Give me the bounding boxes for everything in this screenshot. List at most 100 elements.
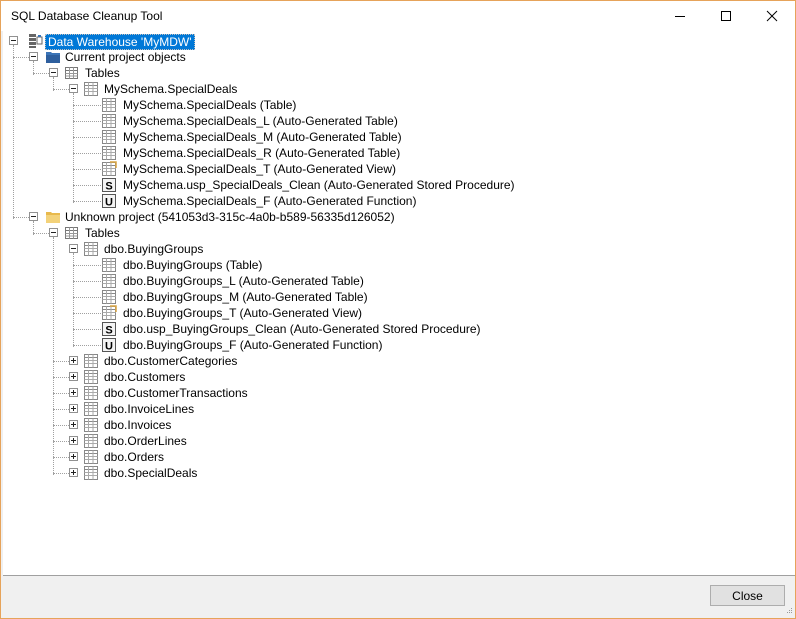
tree-node-label: MySchema.SpecialDeals_L (Auto-Generated … bbox=[123, 114, 398, 128]
window-close-button[interactable] bbox=[749, 1, 795, 31]
tree-node-tables[interactable]: Tables bbox=[3, 225, 403, 241]
tree-node-label: dbo.BuyingGroups (Table) bbox=[123, 258, 263, 272]
table-icon bbox=[102, 98, 116, 112]
collapse-toggle[interactable] bbox=[49, 228, 58, 237]
tree-node-object[interactable]: dbo.BuyingGroups (Table) bbox=[3, 257, 603, 273]
expand-toggle[interactable] bbox=[69, 404, 78, 413]
table-icon bbox=[84, 386, 98, 400]
svg-text:U: U bbox=[105, 197, 113, 209]
tree-node-label: MySchema.usp_SpecialDeals_Clean (Auto-Ge… bbox=[123, 178, 515, 192]
expand-toggle[interactable] bbox=[69, 468, 78, 477]
tree-node-label: dbo.BuyingGroups_L (Auto-Generated Table… bbox=[123, 274, 364, 288]
collapse-toggle[interactable] bbox=[69, 244, 78, 253]
collapse-toggle[interactable] bbox=[29, 212, 38, 221]
tree-node-table[interactable]: dbo.Invoices bbox=[3, 417, 403, 433]
tree-node-table[interactable]: dbo.Customers bbox=[3, 369, 403, 385]
tree-node-table[interactable]: dbo.Orders bbox=[3, 449, 403, 465]
expand-toggle[interactable] bbox=[69, 452, 78, 461]
minimize-button[interactable] bbox=[657, 1, 703, 31]
svg-text:S: S bbox=[105, 181, 112, 193]
tree-node-object[interactable]: MySchema.SpecialDeals_T (Auto-Generated … bbox=[3, 161, 603, 177]
table-icon bbox=[84, 418, 98, 432]
expand-toggle[interactable] bbox=[69, 372, 78, 381]
folder-icon bbox=[46, 52, 60, 63]
tree-node-table[interactable]: dbo.SpecialDeals bbox=[3, 465, 403, 481]
tree-node-label: Data Warehouse 'MyMDW' bbox=[45, 34, 195, 50]
tree-node-table-group[interactable]: MySchema.SpecialDeals bbox=[3, 81, 403, 97]
minimize-icon bbox=[675, 16, 685, 17]
table-icon bbox=[102, 130, 116, 144]
tree-node-table-group[interactable]: dbo.BuyingGroups bbox=[3, 241, 403, 257]
tables-folder-icon bbox=[65, 67, 78, 79]
collapse-toggle[interactable] bbox=[69, 84, 78, 93]
tree-node-label: dbo.Invoices bbox=[104, 418, 172, 432]
tree-node-label: Tables bbox=[85, 226, 120, 240]
tree-node-label: dbo.Customers bbox=[104, 370, 186, 384]
tree-node-object[interactable]: Sdbo.usp_BuyingGroups_Clean (Auto-Genera… bbox=[3, 321, 603, 337]
table-icon bbox=[102, 146, 116, 160]
tree-node-unknown-project[interactable]: Unknown project (541053d3-315c-4a0b-b589… bbox=[3, 209, 603, 225]
tree-node-object[interactable]: S MySchema.usp_SpecialDeals_Clean (Auto-G… bbox=[3, 177, 603, 193]
tree-node-object[interactable]: U MySchema.SpecialDeals_F (Auto-Generated… bbox=[3, 193, 603, 209]
tree-node-object[interactable]: MySchema.SpecialDeals_L (Auto-Generated … bbox=[3, 113, 603, 129]
view-icon bbox=[102, 305, 117, 320]
tree-node-root[interactable]: Data Warehouse 'MyMDW' bbox=[3, 33, 403, 50]
tree-node-tables[interactable]: Tables bbox=[3, 65, 403, 81]
tree-node-label: dbo.BuyingGroups_F (Auto-Generated Funct… bbox=[123, 338, 383, 352]
table-icon bbox=[84, 354, 98, 368]
collapse-toggle[interactable] bbox=[9, 36, 18, 45]
table-icon bbox=[84, 434, 98, 448]
expand-toggle[interactable] bbox=[69, 436, 78, 445]
data-warehouse-icon bbox=[29, 34, 43, 48]
expand-toggle[interactable] bbox=[69, 420, 78, 429]
tree-node-table[interactable]: dbo.OrderLines bbox=[3, 433, 403, 449]
tree-node-object[interactable]: Udbo.BuyingGroups_F (Auto-Generated Func… bbox=[3, 337, 603, 353]
tree-node-label: dbo.OrderLines bbox=[104, 434, 187, 448]
close-icon bbox=[766, 10, 778, 22]
collapse-toggle[interactable] bbox=[49, 68, 58, 77]
resize-grip-icon[interactable] bbox=[783, 606, 793, 616]
tree-node-label: MySchema.SpecialDeals bbox=[104, 82, 238, 96]
close-button[interactable]: Close bbox=[710, 585, 785, 606]
tree-node-label: dbo.InvoiceLines bbox=[104, 402, 195, 416]
stored-procedure-icon: S bbox=[102, 178, 116, 193]
tree-node-label: dbo.usp_BuyingGroups_Clean (Auto-Generat… bbox=[123, 322, 481, 336]
maximize-button[interactable] bbox=[703, 1, 749, 31]
tree-node-label: dbo.BuyingGroups bbox=[104, 242, 204, 256]
collapse-toggle[interactable] bbox=[29, 52, 38, 61]
tree-node-object[interactable]: dbo.BuyingGroups_M (Auto-Generated Table… bbox=[3, 289, 603, 305]
expand-toggle[interactable] bbox=[69, 388, 78, 397]
tree-node-object[interactable]: MySchema.SpecialDeals_R (Auto-Generated … bbox=[3, 145, 603, 161]
table-icon bbox=[102, 274, 116, 288]
tree-node-label: dbo.CustomerCategories bbox=[104, 354, 238, 368]
title-bar[interactable]: SQL Database Cleanup Tool bbox=[1, 1, 795, 31]
tree-node-object[interactable]: MySchema.SpecialDeals (Table) bbox=[3, 97, 603, 113]
dialog-footer bbox=[1, 577, 795, 618]
table-icon bbox=[102, 290, 116, 304]
object-tree[interactable]: Data Warehouse 'MyMDW' Current project o… bbox=[3, 31, 795, 576]
expand-toggle[interactable] bbox=[69, 356, 78, 365]
tree-node-label: Current project objects bbox=[65, 50, 186, 64]
table-icon bbox=[84, 82, 98, 96]
tables-folder-icon bbox=[65, 227, 78, 239]
tree-node-object[interactable]: dbo.BuyingGroups_T (Auto-Generated View) bbox=[3, 305, 603, 321]
table-icon bbox=[84, 466, 98, 480]
tree-node-current-project[interactable]: Current project objects bbox=[3, 49, 403, 65]
table-icon bbox=[102, 258, 116, 272]
cleanup-window: SQL Database Cleanup Tool Data Warehouse… bbox=[0, 0, 796, 619]
tree-node-label: MySchema.SpecialDeals_R (Auto-Generated … bbox=[123, 146, 401, 160]
tree-node-table[interactable]: dbo.InvoiceLines bbox=[3, 401, 403, 417]
svg-text:S: S bbox=[105, 325, 112, 337]
function-icon: U bbox=[102, 338, 116, 353]
tree-node-label: MySchema.SpecialDeals_F (Auto-Generated … bbox=[123, 194, 417, 208]
tree-node-table[interactable]: dbo.CustomerCategories bbox=[3, 353, 403, 369]
tree-node-table[interactable]: dbo.CustomerTransactions bbox=[3, 385, 403, 401]
tree-node-label: dbo.BuyingGroups_T (Auto-Generated View) bbox=[123, 306, 363, 320]
table-icon bbox=[84, 242, 98, 256]
tree-node-label: Tables bbox=[85, 66, 120, 80]
tree-node-label: dbo.Orders bbox=[104, 450, 165, 464]
view-icon bbox=[102, 161, 117, 176]
tree-node-label: MySchema.SpecialDeals_T (Auto-Generated … bbox=[123, 162, 397, 176]
tree-node-object[interactable]: MySchema.SpecialDeals_M (Auto-Generated … bbox=[3, 129, 603, 145]
tree-node-object[interactable]: dbo.BuyingGroups_L (Auto-Generated Table… bbox=[3, 273, 603, 289]
